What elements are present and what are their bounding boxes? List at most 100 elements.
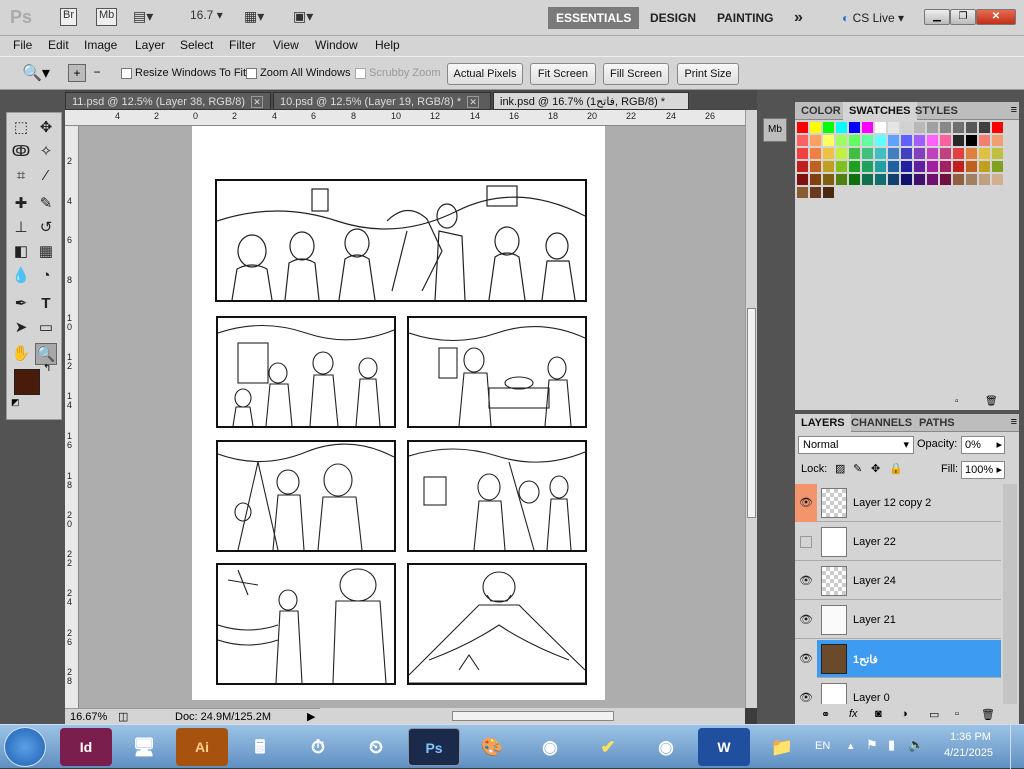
language-indicator[interactable]: EN — [815, 740, 830, 752]
color-swatch[interactable] — [810, 148, 821, 159]
swap-colors-icon[interactable]: ↰ — [43, 363, 51, 374]
paint-taskbar-icon[interactable]: 🎨 — [466, 728, 518, 766]
color-swatch[interactable] — [888, 148, 899, 159]
zoom-readout[interactable]: 16.67% — [70, 711, 107, 723]
blur-tool-icon[interactable]: 💧 — [10, 265, 32, 287]
more-workspaces-icon[interactable]: » — [786, 7, 811, 29]
color-swatch[interactable] — [849, 122, 860, 133]
color-swatch[interactable] — [888, 174, 899, 185]
color-swatch[interactable] — [875, 174, 886, 185]
folder-taskbar-icon[interactable]: 📁 — [756, 728, 808, 766]
zoom-in-icon[interactable]: + — [68, 64, 86, 82]
color-swatch[interactable] — [836, 174, 847, 185]
shape-tool-icon[interactable]: ▭ — [35, 317, 57, 339]
color-swatch[interactable] — [940, 122, 951, 133]
color-swatch[interactable] — [953, 122, 964, 133]
adjustment-layer-icon[interactable]: ◑ — [901, 708, 908, 720]
color-swatch[interactable] — [849, 148, 860, 159]
chrome-profile-taskbar-icon[interactable]: ◉ — [640, 728, 692, 766]
color-swatch[interactable] — [992, 135, 1003, 146]
color-swatch[interactable] — [953, 148, 964, 159]
color-swatch[interactable] — [797, 187, 808, 198]
clone-stamp-tool-icon[interactable]: ⊥ — [10, 217, 32, 239]
eye-icon[interactable]: 👁 — [795, 484, 817, 522]
document-page[interactable] — [192, 126, 605, 700]
menu-edit[interactable]: Edit — [48, 38, 69, 52]
color-swatch[interactable] — [823, 161, 834, 172]
menu-layer[interactable]: Layer — [135, 38, 165, 52]
new-layer-icon[interactable]: ▫ — [955, 708, 959, 720]
color-swatch[interactable] — [797, 174, 808, 185]
color-swatch[interactable] — [888, 122, 899, 133]
color-swatch[interactable] — [849, 161, 860, 172]
color-swatch[interactable] — [810, 135, 821, 146]
color-swatch[interactable] — [992, 161, 1003, 172]
color-swatch[interactable] — [849, 174, 860, 185]
color-swatch[interactable] — [888, 161, 899, 172]
volume-icon[interactable]: 🔈 — [908, 737, 924, 753]
color-swatch[interactable] — [979, 174, 990, 185]
vertical-scrollbar[interactable] — [745, 110, 757, 708]
calculator-taskbar-icon[interactable]: 🖩 — [234, 728, 286, 766]
illustrator-taskbar-icon[interactable]: Ai — [176, 728, 228, 766]
color-swatch[interactable] — [927, 161, 938, 172]
indesign-taskbar-icon[interactable]: Id — [60, 728, 112, 766]
color-swatch[interactable] — [875, 122, 886, 133]
color-swatch[interactable] — [992, 122, 1003, 133]
eraser-tool-icon[interactable]: ◧ — [10, 241, 32, 263]
swatches-grid[interactable] — [797, 122, 1007, 222]
color-swatch[interactable] — [979, 161, 990, 172]
zoom-tool-preset-icon[interactable]: 🔍▾ — [22, 63, 50, 83]
layer-row[interactable]: 👁 Layer 12 copy 2 — [795, 484, 1001, 522]
color-swatch[interactable] — [901, 148, 912, 159]
start-button[interactable] — [4, 727, 46, 767]
opacity-input[interactable]: 0% ▸ — [961, 436, 1005, 454]
healing-brush-tool-icon[interactable]: ✚ — [10, 193, 32, 215]
layer-row-selected[interactable]: 👁 فاتح1 — [795, 640, 1001, 678]
photoshop-taskbar-icon[interactable]: Ps — [408, 728, 460, 766]
zoom-all-windows-checkbox[interactable]: Zoom All Windows — [246, 67, 350, 79]
menu-filter[interactable]: Filter — [229, 38, 256, 52]
menu-help[interactable]: Help — [375, 38, 400, 52]
restore-icon[interactable]: ❐ — [950, 9, 976, 25]
color-swatch[interactable] — [836, 135, 847, 146]
eye-icon[interactable]: 👁 — [795, 601, 817, 639]
type-tool-icon[interactable]: T — [35, 293, 57, 315]
tab-paths[interactable]: PATHS — [913, 414, 961, 432]
tab-styles[interactable]: STYLES — [909, 102, 964, 120]
fill-input[interactable]: 100% ▸ — [961, 461, 1005, 479]
lock-all-icon[interactable]: 🔒 — [889, 462, 903, 475]
color-swatch[interactable] — [823, 122, 834, 133]
show-desktop-button[interactable] — [1010, 725, 1024, 769]
minibridge-panel-icon[interactable]: Mb — [763, 118, 787, 142]
menu-select[interactable]: Select — [180, 38, 213, 52]
menu-image[interactable]: Image — [84, 38, 117, 52]
color-swatch[interactable] — [901, 122, 912, 133]
color-swatch[interactable] — [862, 122, 873, 133]
color-swatch[interactable] — [875, 135, 886, 146]
color-swatch[interactable] — [849, 135, 860, 146]
word-taskbar-icon[interactable]: W — [698, 728, 750, 766]
lock-transparency-icon[interactable]: ▨ — [835, 462, 845, 475]
link-layers-icon[interactable]: ⚭ — [821, 708, 830, 721]
minibridge-button[interactable]: Mb — [96, 8, 118, 26]
color-swatch[interactable] — [888, 135, 899, 146]
zoom-level-dropdown[interactable]: 16.7 ▾ — [190, 8, 223, 26]
color-swatch[interactable] — [979, 148, 990, 159]
color-swatch[interactable] — [862, 135, 873, 146]
color-swatch[interactable] — [940, 174, 951, 185]
color-swatch[interactable] — [927, 122, 938, 133]
color-swatch[interactable] — [914, 135, 925, 146]
color-swatch[interactable] — [914, 122, 925, 133]
tab-ink-psd[interactable]: ink.psd @ 16.7% (1فاتح, RGB/8) *✕ — [493, 92, 689, 126]
menu-file[interactable]: File — [13, 38, 32, 52]
scrubby-zoom-checkbox[interactable]: Scrubby Zoom — [355, 67, 441, 79]
color-swatch[interactable] — [836, 148, 847, 159]
layer-row[interactable]: 👁 Layer 21 — [795, 601, 1001, 639]
gradient-tool-icon[interactable]: ▦ — [35, 241, 57, 263]
hand-tool-icon[interactable]: ✋ — [10, 343, 32, 365]
color-swatch[interactable] — [940, 161, 951, 172]
color-swatch[interactable] — [979, 122, 990, 133]
color-swatch[interactable] — [810, 174, 821, 185]
color-swatch[interactable] — [875, 161, 886, 172]
